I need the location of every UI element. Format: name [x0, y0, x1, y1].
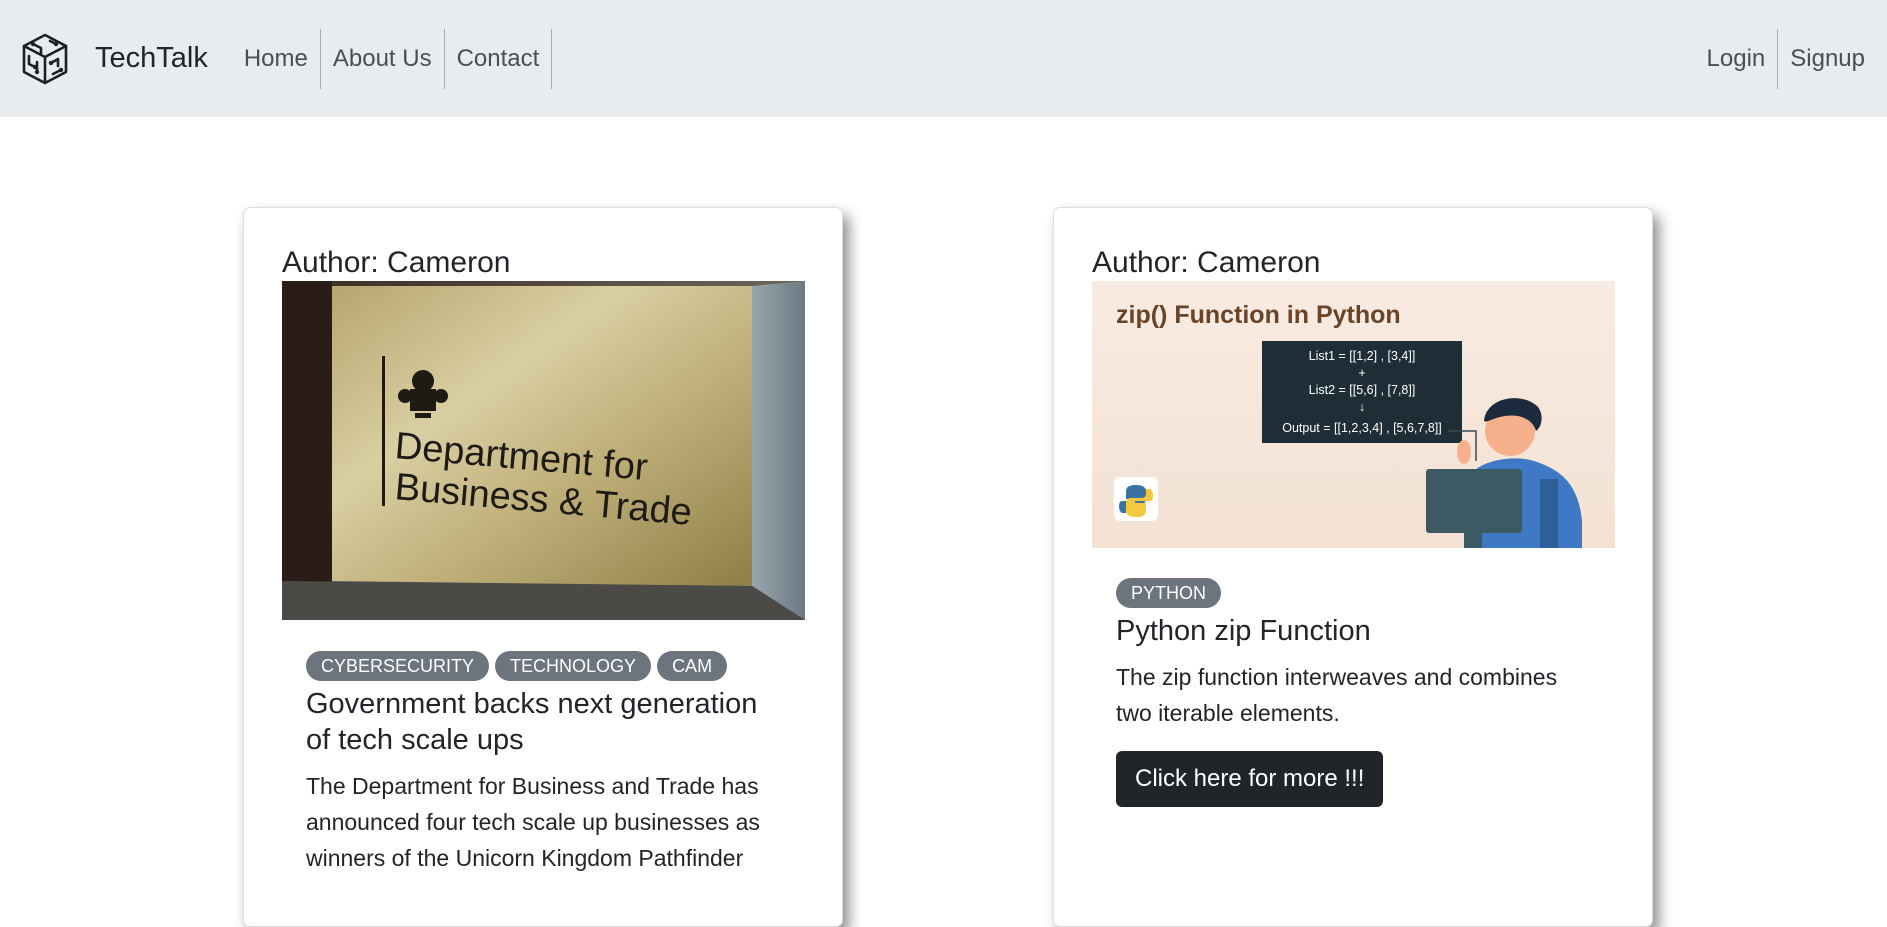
- post-body: PYTHON Python zip Function The zip funct…: [1092, 578, 1614, 807]
- brand-name: TechTalk: [95, 42, 208, 74]
- post-title: Python zip Function: [1116, 615, 1371, 647]
- image-heading: zip() Function in Python: [1116, 301, 1401, 329]
- code-line: ↓: [1359, 400, 1365, 414]
- nav-home-link[interactable]: Home: [232, 28, 321, 89]
- code-line: +: [1358, 366, 1365, 380]
- brand-link[interactable]: TechTalk: [20, 32, 208, 86]
- tag-list: CYBERSECURITY TECHNOLOGY CAM: [306, 651, 780, 681]
- code-line: Output = [[1,2,3,4] , [5,6,7,8]]: [1282, 421, 1441, 435]
- nav-contact-link[interactable]: Contact: [445, 28, 553, 89]
- post-card: Author: Cameron Department for Business …: [243, 207, 843, 927]
- post-image: Department for Business & Trade: [282, 281, 805, 620]
- navbar: TechTalk Home About Us Contact Login Sig…: [0, 0, 1887, 117]
- nav-auth-links: Login Signup: [1695, 28, 1867, 89]
- post-image: zip() Function in Python List1 = [[1,2] …: [1092, 281, 1615, 548]
- tag-list: PYTHON: [1116, 578, 1590, 608]
- code-line: List1 = [[1,2] , [3,4]]: [1309, 349, 1416, 363]
- circuit-cube-icon: [22, 33, 68, 84]
- tag-badge[interactable]: CYBERSECURITY: [306, 651, 490, 681]
- tag-badge[interactable]: CAM: [657, 651, 728, 681]
- post-author: Author: Cameron: [282, 246, 511, 279]
- nav-about-link[interactable]: About Us: [321, 28, 445, 89]
- tag-badge[interactable]: TECHNOLOGY: [495, 651, 652, 681]
- python-logo-icon: [1114, 477, 1158, 521]
- read-more-button[interactable]: Click here for more !!!: [1116, 751, 1384, 807]
- nav-links: Home About Us Contact: [232, 28, 553, 89]
- code-line: List2 = [[5,6] , [7,8]]: [1309, 383, 1416, 397]
- post-card: Author: Cameron zip() Function in Python…: [1053, 207, 1653, 927]
- post-body: CYBERSECURITY TECHNOLOGY CAM Government …: [282, 651, 804, 876]
- tag-badge[interactable]: PYTHON: [1116, 578, 1222, 608]
- post-title: Government backs next generation of tech…: [306, 688, 758, 756]
- nav-signup-link[interactable]: Signup: [1778, 29, 1867, 89]
- post-excerpt: The zip function interweaves and combine…: [1116, 664, 1558, 726]
- post-author: Author: Cameron: [1092, 246, 1321, 279]
- nav-login-link[interactable]: Login: [1695, 28, 1779, 89]
- post-excerpt: The Department for Business and Trade ha…: [306, 773, 760, 871]
